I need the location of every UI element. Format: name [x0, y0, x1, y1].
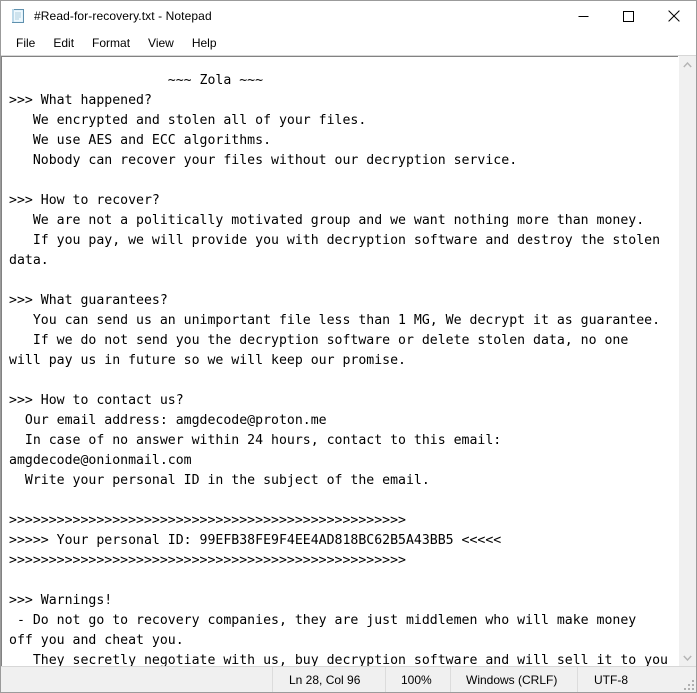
maximize-button[interactable] [606, 1, 651, 31]
menu-item-view[interactable]: View [139, 33, 183, 54]
menu-item-format[interactable]: Format [83, 33, 139, 54]
resize-grip[interactable] [680, 676, 696, 692]
ransom-note-text[interactable]: ~~~ Zola ~~~ >>> What happened? We encry… [2, 70, 668, 666]
scroll-up-arrow[interactable] [679, 56, 696, 73]
title-bar[interactable]: #Read-for-recovery.txt - Notepad [1, 1, 696, 31]
close-button[interactable] [651, 1, 696, 31]
menu-item-edit[interactable]: Edit [44, 33, 83, 54]
editor-area: ~~~ Zola ~~~ >>> What happened? We encry… [1, 55, 696, 667]
notepad-window: #Read-for-recovery.txt - Notepad File Ed… [0, 0, 697, 693]
status-encoding: UTF-8 [594, 672, 628, 687]
status-cursor-position: Ln 28, Col 96 [273, 667, 386, 692]
menu-bar: File Edit Format View Help [1, 31, 696, 55]
status-zoom-level[interactable]: 100% [386, 667, 451, 692]
text-editor[interactable]: ~~~ Zola ~~~ >>> What happened? We encry… [1, 56, 678, 666]
menu-item-help[interactable]: Help [183, 33, 226, 54]
status-bar: Ln 28, Col 96 100% Windows (CRLF) UTF-8 [1, 667, 696, 692]
scroll-track[interactable] [679, 73, 696, 649]
status-line-ending: Windows (CRLF) [451, 667, 578, 692]
caption-buttons [561, 1, 696, 31]
window-title: #Read-for-recovery.txt - Notepad [34, 9, 212, 23]
scroll-thumb[interactable] [679, 73, 696, 633]
notepad-icon [10, 8, 26, 24]
scroll-down-arrow[interactable] [679, 649, 696, 666]
vertical-scrollbar[interactable] [678, 56, 696, 666]
status-bar-spacer [1, 667, 273, 692]
minimize-button[interactable] [561, 1, 606, 31]
menu-item-file[interactable]: File [7, 33, 44, 54]
title-bar-left: #Read-for-recovery.txt - Notepad [1, 8, 561, 24]
